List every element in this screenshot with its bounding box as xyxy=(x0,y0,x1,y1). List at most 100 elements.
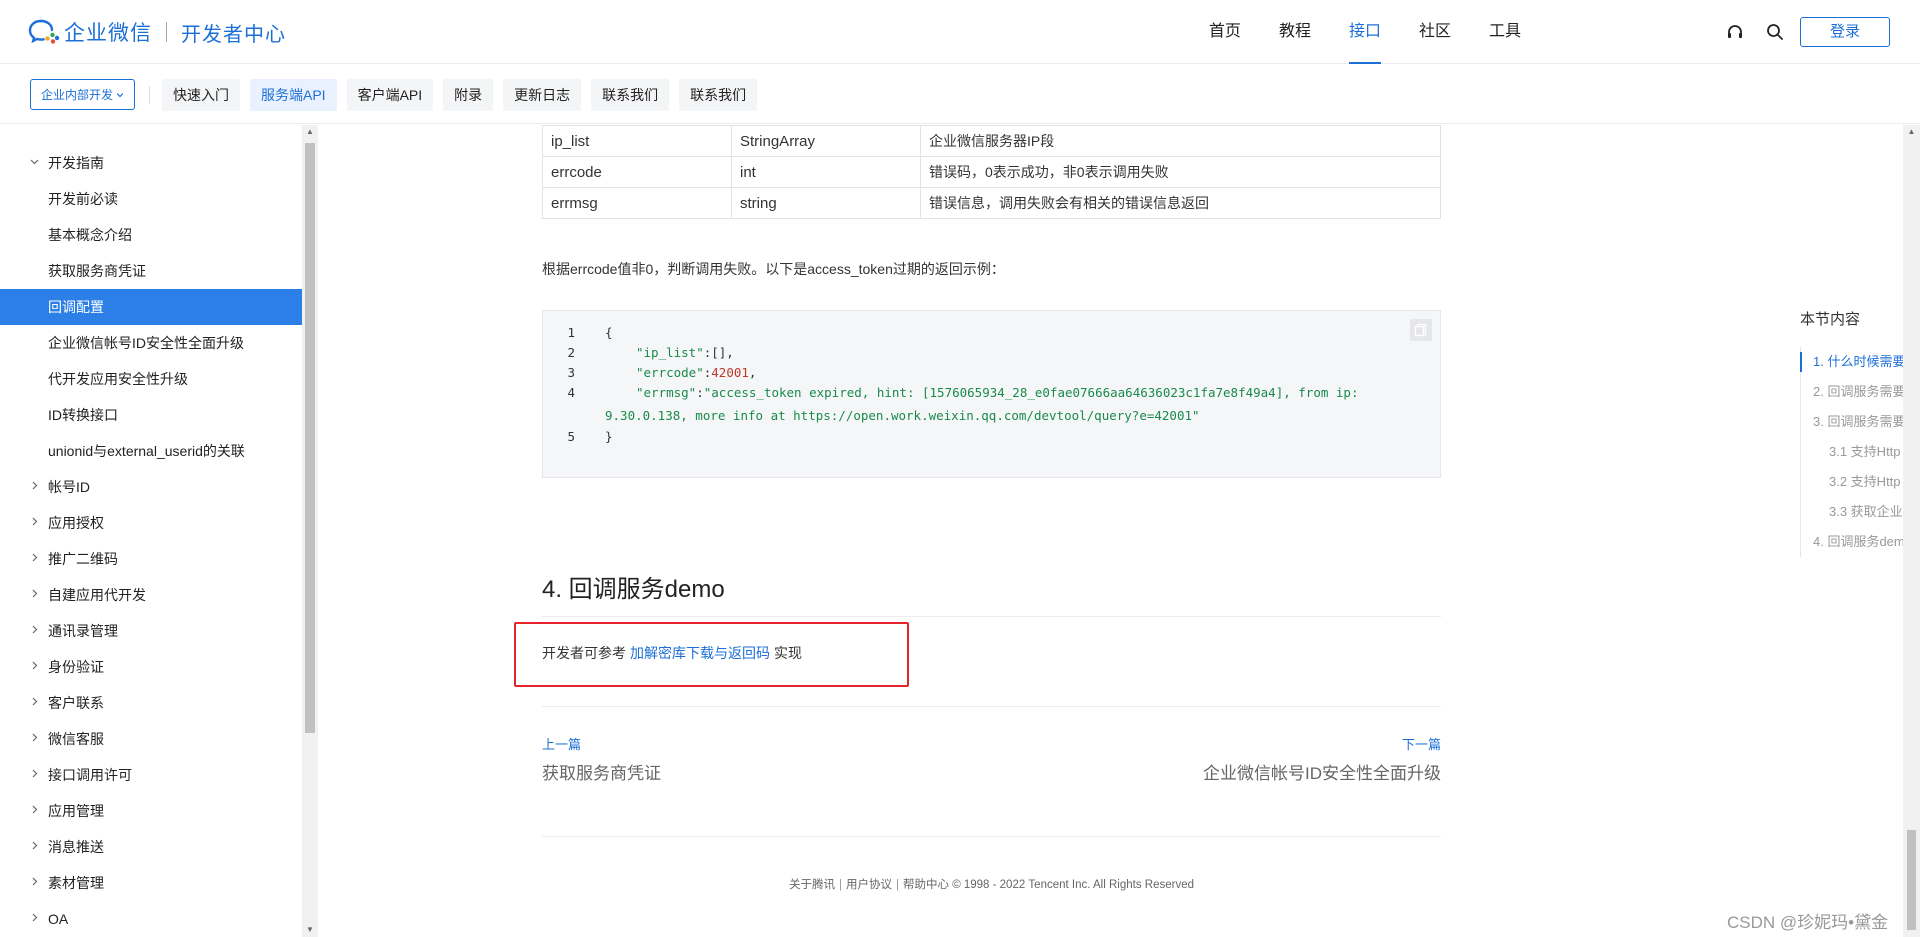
headset-icon[interactable] xyxy=(1723,20,1747,44)
footer-copyright: © 1998 - 2022 Tencent Inc. All Rights Re… xyxy=(952,879,1194,891)
scroll-down-arrow-icon[interactable]: ▼ xyxy=(302,923,318,937)
sidebar-item-concepts[interactable]: 基本概念介绍 xyxy=(0,217,302,253)
section-title: 4. 回调服务demo xyxy=(542,576,725,603)
sidebar-group-label: 推广二维码 xyxy=(48,551,118,567)
login-button[interactable]: 登录 xyxy=(1800,17,1890,47)
sidebar-group-dev-guide[interactable]: 开发指南 xyxy=(0,145,302,181)
footer-help-link[interactable]: 帮助中心 xyxy=(903,879,949,891)
sidebar-group-customer[interactable]: 客户联系 xyxy=(0,685,302,721)
toc-item[interactable]: 3.3 获取企业微信服务器... xyxy=(1801,497,1903,527)
table-row: ip_list StringArray 企业微信服务器IP段 xyxy=(542,125,1441,157)
top-nav: 首页 教程 接口 社区 工具 xyxy=(1190,0,1540,64)
toc-item[interactable]: 2. 回调服务需要哪些配置 xyxy=(1801,377,1903,407)
sidebar-group-qrcode[interactable]: 推广二维码 xyxy=(0,541,302,577)
sidebar-item-id-convert[interactable]: ID转换接口 xyxy=(0,397,302,433)
chevron-right-icon xyxy=(30,913,40,925)
section-suffix: 实现 xyxy=(774,645,802,661)
tab-quickstart[interactable]: 快速入门 xyxy=(162,79,240,111)
chevron-right-icon xyxy=(30,805,40,817)
line-number: 4 xyxy=(567,385,575,400)
scroll-up-arrow-icon[interactable]: ▲ xyxy=(302,125,318,139)
sidebar-item-provider-credential[interactable]: 获取服务商凭证 xyxy=(0,253,302,289)
code-line-wrap: 9.30.0.138, more info at https://open.wo… xyxy=(605,408,1200,423)
sidebar-group-label: 应用授权 xyxy=(48,515,104,531)
nav-community[interactable]: 社区 xyxy=(1400,0,1470,64)
brand[interactable]: 企业微信 开发者中心 xyxy=(28,16,286,48)
search-icon[interactable] xyxy=(1763,20,1787,44)
chevron-right-icon xyxy=(30,481,40,493)
line-number: 1 xyxy=(567,325,575,340)
code-rest: :[], xyxy=(703,345,734,360)
sidebar-group-license[interactable]: 接口调用许可 xyxy=(0,757,302,793)
param-desc: 错误信息，调用失败会有相关的错误信息返回 xyxy=(920,187,1441,219)
footer-sep: | xyxy=(895,879,899,891)
toc-title: 本节内容 xyxy=(1800,311,1861,328)
copy-icon[interactable] xyxy=(1410,319,1432,341)
sidebar-item-agent-upgrade[interactable]: 代开发应用安全性升级 xyxy=(0,361,302,397)
sidebar-scrollbar[interactable]: ▲ ▼ xyxy=(302,125,318,937)
prev-page-link[interactable]: 获取服务商凭证 xyxy=(542,759,661,784)
sidebar-group-oa[interactable]: OA xyxy=(0,901,302,937)
toc-item[interactable]: 3.2 支持Http Post请求接... xyxy=(1801,467,1903,497)
sidebar-group-label: 帐号ID xyxy=(48,479,90,495)
sidebar-item-id-upgrade[interactable]: 企业微信帐号ID安全性全面升级 xyxy=(0,325,302,361)
crypto-lib-link[interactable]: 加解密库下载与返回码 xyxy=(630,643,770,663)
code-colon: : xyxy=(696,385,704,400)
sidebar-group-label: 应用管理 xyxy=(48,803,104,819)
main-scrollbar[interactable]: ▲ xyxy=(1903,125,1920,937)
param-desc: 错误码，0表示成功，非0表示调用失败 xyxy=(920,156,1441,188)
sidebar-item-unionid[interactable]: unionid与external_userid的关联 xyxy=(0,433,302,469)
tab-contact-us-2[interactable]: 联系我们 xyxy=(679,79,758,111)
sidebar-group-messages[interactable]: 消息推送 xyxy=(0,829,302,865)
sidebar-group-label: 微信客服 xyxy=(48,731,104,747)
tab-appendix[interactable]: 附录 xyxy=(443,79,494,111)
watermark: CSDN @珍妮玛•黛金 xyxy=(1727,913,1889,932)
prev-page-label[interactable]: 上一篇 xyxy=(542,734,581,753)
next-page-link[interactable]: 企业微信帐号ID安全性全面升级 xyxy=(1203,759,1441,784)
sidebar-group-custom-app[interactable]: 自建应用代开发 xyxy=(0,577,302,613)
next-page-label[interactable]: 下一篇 xyxy=(1402,734,1441,753)
tab-changelog[interactable]: 更新日志 xyxy=(503,79,582,111)
tab-client-api[interactable]: 客户端API xyxy=(346,79,434,111)
sidebar-group-account-id[interactable]: 帐号ID xyxy=(0,469,302,505)
footer-terms-link[interactable]: 用户协议 xyxy=(846,879,892,891)
note-text: 根据errcode值非0，判断调用失败。以下是access_token过期的返回… xyxy=(542,261,1005,277)
nav-tools[interactable]: 工具 xyxy=(1470,0,1540,64)
sidebar-item-must-read[interactable]: 开发前必读 xyxy=(0,181,302,217)
sidebar-group-contacts[interactable]: 通讯录管理 xyxy=(0,613,302,649)
nav-api[interactable]: 接口 xyxy=(1330,0,1400,64)
chevron-right-icon xyxy=(30,553,40,565)
code-line: "errcode":42001, xyxy=(636,365,756,380)
toc-item[interactable]: 3.1 支持Http Get请求验... xyxy=(1801,437,1903,467)
nav-home[interactable]: 首页 xyxy=(1190,0,1260,64)
code-block: 1 { 2 "ip_list":[], 3 "errcode":42001, 4… xyxy=(542,310,1441,478)
sidebar-scroll-thumb[interactable] xyxy=(305,143,315,733)
sidebar-group-media[interactable]: 素材管理 xyxy=(0,865,302,901)
code-line: "ip_list":[], xyxy=(636,345,734,360)
line-number: 2 xyxy=(567,345,575,360)
toc-item[interactable]: 4. 回调服务demo xyxy=(1801,527,1903,557)
scroll-up-arrow-icon[interactable]: ▲ xyxy=(1903,125,1920,139)
sidebar-group-label: 消息推送 xyxy=(48,839,104,855)
chevron-right-icon xyxy=(30,733,40,745)
toc-item[interactable]: 1. 什么时候需要回调服务 xyxy=(1800,347,1903,377)
main-scroll-thumb[interactable] xyxy=(1907,830,1916,930)
sidebar-group-wechat-cs[interactable]: 微信客服 xyxy=(0,721,302,757)
sidebar-group-app-auth[interactable]: 应用授权 xyxy=(0,505,302,541)
tab-server-api[interactable]: 服务端API xyxy=(250,79,337,111)
sidebar-group-app-manage[interactable]: 应用管理 xyxy=(0,793,302,829)
code-line: "errmsg":"access_token expired, hint: [1… xyxy=(636,385,1358,400)
sub-nav: 企业内部开发 快速入门 服务端API 客户端API 附录 更新日志 联系我们 联… xyxy=(0,64,1920,124)
tab-contact-us[interactable]: 联系我们 xyxy=(591,79,670,111)
sidebar-group-identity[interactable]: 身份验证 xyxy=(0,649,302,685)
sidebar: 开发指南 开发前必读 基本概念介绍 获取服务商凭证 回调配置 企业微信帐号ID安… xyxy=(0,125,302,937)
dev-type-dropdown[interactable]: 企业内部开发 xyxy=(30,79,135,110)
footer-about-link[interactable]: 关于腾讯 xyxy=(789,879,835,891)
toc-item[interactable]: 3. 回调服务需要实现哪些功能 xyxy=(1801,407,1903,437)
code-comma: , xyxy=(748,365,757,380)
chevron-right-icon xyxy=(30,661,40,673)
chevron-down-icon xyxy=(116,88,124,102)
section-divider xyxy=(542,616,1441,617)
sidebar-item-callback-config[interactable]: 回调配置 xyxy=(0,289,302,325)
nav-tutorial[interactable]: 教程 xyxy=(1260,0,1330,64)
